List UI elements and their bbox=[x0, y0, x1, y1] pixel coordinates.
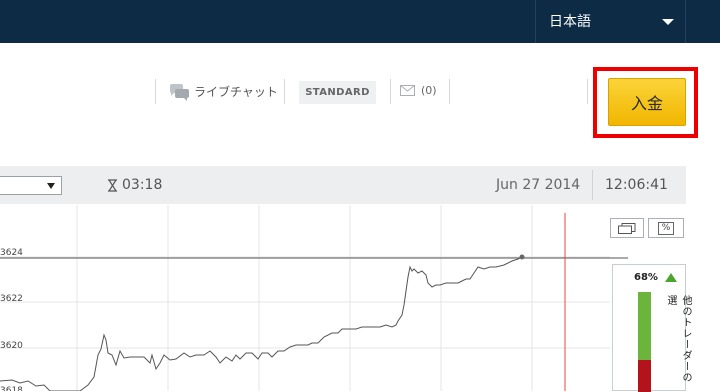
live-chat-label: ライブチャット bbox=[194, 84, 278, 99]
live-chat-button[interactable]: ライブチャット bbox=[168, 79, 278, 103]
divider bbox=[284, 79, 285, 104]
language-label: 日本語 bbox=[549, 14, 591, 30]
price-line bbox=[0, 256, 523, 391]
divider bbox=[449, 79, 450, 104]
timer-value: 03:18 bbox=[122, 177, 163, 193]
chart-toolbar bbox=[0, 166, 686, 204]
chart-date: Jun 27 2014 bbox=[496, 177, 581, 193]
sentiment-percent: 68% bbox=[634, 272, 658, 283]
expand-chart-button[interactable] bbox=[610, 218, 644, 238]
percent-label: % bbox=[657, 221, 675, 235]
chat-bubbles-icon bbox=[169, 84, 189, 101]
divider bbox=[390, 79, 391, 104]
divider bbox=[155, 79, 156, 104]
arrow-up-icon bbox=[665, 273, 677, 282]
call-share-bar bbox=[638, 292, 651, 360]
put-share-bar bbox=[638, 360, 651, 392]
asset-select[interactable] bbox=[0, 176, 62, 195]
divider bbox=[592, 170, 593, 200]
sentiment-bar bbox=[638, 292, 651, 392]
y-tick-label: 3624 bbox=[0, 248, 23, 258]
envelope-icon bbox=[400, 85, 415, 96]
account-type-badge[interactable]: STANDARD bbox=[299, 81, 376, 104]
messages-button[interactable]: (0) bbox=[400, 84, 437, 97]
chart-time: 12:06:41 bbox=[605, 177, 668, 193]
window-icon bbox=[618, 222, 636, 234]
y-tick-label: 3622 bbox=[0, 294, 23, 304]
divider bbox=[587, 79, 588, 104]
y-tick-label: 3620 bbox=[0, 341, 23, 351]
chevron-down-icon bbox=[662, 19, 674, 25]
trader-sentiment-panel: 68% 他のトレーダーの選 bbox=[612, 264, 691, 392]
chart-grid bbox=[0, 205, 610, 391]
current-price-marker bbox=[519, 254, 525, 260]
top-navigation-bar: 日本語 bbox=[0, 0, 720, 43]
percent-view-button[interactable]: % bbox=[648, 218, 684, 238]
messages-count: (0) bbox=[421, 84, 437, 97]
expiry-timer: 03:18 bbox=[107, 177, 162, 193]
hourglass-icon bbox=[107, 178, 118, 192]
language-selector[interactable]: 日本語 bbox=[535, 0, 686, 43]
dropdown-arrow-icon bbox=[47, 183, 55, 189]
deposit-button[interactable]: 入金 bbox=[608, 78, 686, 126]
y-tick-label: 3618 bbox=[0, 386, 23, 391]
sentiment-caption: 他のトレーダーの選 bbox=[665, 295, 691, 383]
